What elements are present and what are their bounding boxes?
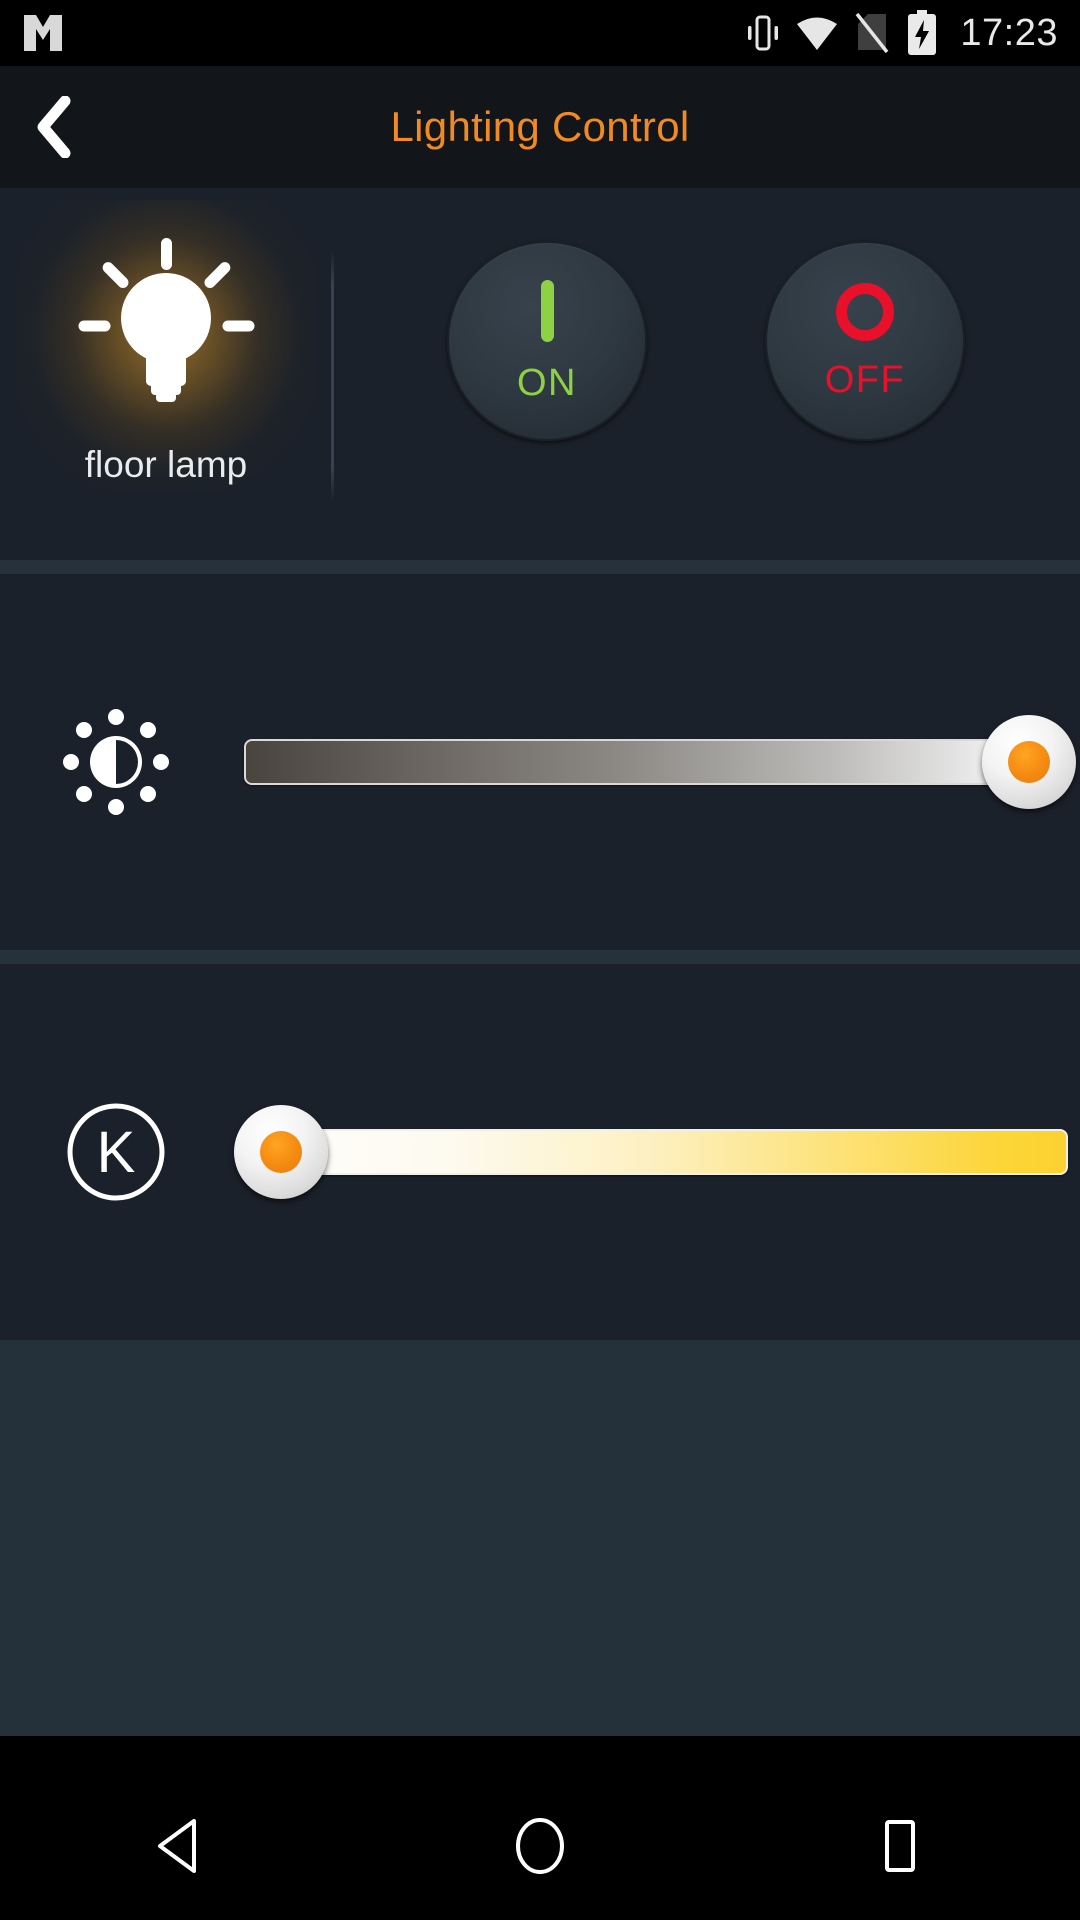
m-logo-icon xyxy=(22,13,64,53)
wifi-icon xyxy=(796,14,838,52)
battery-charging-icon xyxy=(906,10,938,56)
page-title: Lighting Control xyxy=(390,103,690,150)
kelvin-temperature-icon: K xyxy=(0,1100,232,1204)
color-temperature-slider-thumb[interactable] xyxy=(234,1105,328,1199)
nav-recents-button[interactable] xyxy=(810,1776,990,1920)
brightness-section xyxy=(0,574,1080,950)
lamp-off-label: OFF xyxy=(824,359,906,401)
no-sim-icon xyxy=(854,12,890,54)
home-circle-icon xyxy=(513,1816,567,1881)
back-chevron-icon xyxy=(34,95,76,159)
power-circle-icon xyxy=(836,283,894,341)
lamp-label: floor lamp xyxy=(84,444,248,485)
lamp-tile[interactable]: floor lamp xyxy=(0,188,332,560)
recents-square-icon xyxy=(875,1817,925,1880)
section-vertical-divider xyxy=(331,250,334,502)
power-buttons-group: ON OFF xyxy=(332,188,1080,560)
status-bar-left xyxy=(22,13,64,53)
title-bar: Lighting Control xyxy=(0,66,1080,188)
color-temperature-slider-track[interactable] xyxy=(274,1129,1068,1175)
section-divider-1 xyxy=(0,560,1080,574)
android-navigation-bar xyxy=(0,1776,1080,1920)
thumb-center-dot xyxy=(260,1131,302,1173)
thumb-center-dot xyxy=(1008,741,1050,783)
nav-home-button[interactable] xyxy=(450,1776,630,1920)
kelvin-section: K xyxy=(0,964,1080,1340)
brightness-slider-track[interactable] xyxy=(244,739,1036,785)
status-bar-clock: 17:23 xyxy=(960,12,1058,54)
section-divider-2 xyxy=(0,950,1080,964)
back-triangle-icon xyxy=(152,1817,208,1880)
status-bar: 17:23 xyxy=(0,0,1080,66)
empty-content-panel xyxy=(0,1340,1080,1736)
lamp-on-button[interactable]: ON xyxy=(447,241,647,441)
lamp-on-label: ON xyxy=(517,362,577,404)
back-button[interactable] xyxy=(0,66,110,188)
lamp-off-button[interactable]: OFF xyxy=(765,241,965,441)
status-bar-right: 17:23 xyxy=(746,10,1058,56)
power-line-icon xyxy=(540,280,554,342)
brightness-slider-thumb[interactable] xyxy=(982,715,1076,809)
light-bulb-on-icon xyxy=(66,226,266,426)
lamp-section: floor lamp ON OFF xyxy=(0,188,1080,560)
nav-back-button[interactable] xyxy=(90,1776,270,1920)
svg-text:K: K xyxy=(97,1120,136,1185)
brightness-sun-icon xyxy=(0,706,232,818)
brightness-slider[interactable] xyxy=(232,702,1080,822)
vibrate-icon xyxy=(746,13,780,53)
color-temperature-slider[interactable] xyxy=(232,1092,1080,1212)
